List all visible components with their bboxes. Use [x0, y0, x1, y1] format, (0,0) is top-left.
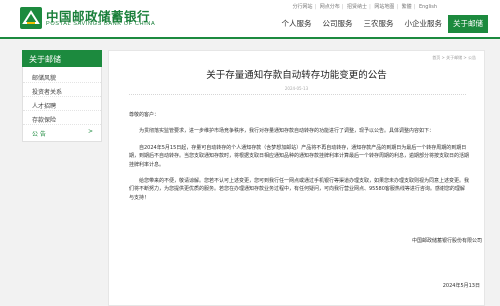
article-body: 尊敬的客户： 为贯彻落实监管要求，进一步维护市场竞争秩序，我行对存量通知存款自动…	[129, 111, 469, 210]
psbc-logo-icon	[20, 7, 42, 29]
breadcrumb[interactable]: 首页 > 关于邮储 > 公告	[432, 55, 476, 61]
nav-corporate[interactable]: 公司服务	[318, 15, 358, 33]
nav-personal[interactable]: 个人服务	[277, 15, 317, 33]
nav-about[interactable]: 关于邮储	[448, 15, 488, 33]
sidebar-item-profile[interactable]: 邮储风貌	[23, 69, 101, 83]
top-link-branches[interactable]: 分行网站	[292, 4, 312, 10]
greeting: 尊敬的客户：	[129, 112, 160, 118]
paragraph: 自2024年5月15日起，存量可自动转存的个人通知存款（含梦想加邮站）产品将不再…	[129, 144, 470, 168]
logo-text-en: POSTAL SAVINGS BANK OF CHINA	[46, 21, 156, 27]
sidebar-item-label: 存款保险	[32, 117, 57, 124]
nav-small-business[interactable]: 小企业服务	[400, 15, 448, 33]
sidebar-item-deposit-insurance[interactable]: 存款保险	[23, 111, 101, 125]
sidebar-list: 邮储风貌 投资者关系 人才招聘 存款保险 公 告 >	[22, 67, 102, 142]
chevron-right-icon: >	[87, 128, 93, 135]
article-panel: 首页 > 关于邮储 > 公告 关于存量通知存款自动转存功能变更的公告 2024-…	[108, 50, 485, 306]
top-link-careers[interactable]: 招贤纳士	[347, 4, 367, 10]
signature-date: 2024年5月13日	[442, 283, 480, 289]
main-nav: 个人服务 公司服务 三农服务 小企业服务 关于邮储	[276, 15, 488, 33]
top-link-sitemap[interactable]: 网站地图	[374, 4, 394, 10]
top-link-english[interactable]: English	[419, 4, 437, 10]
paragraph: 为贯彻落实监管要求，进一步维护市场竞争秩序，我行对存量通知存款自动转存的功能进行…	[139, 128, 435, 135]
publish-date: 2024-05-13	[284, 86, 309, 91]
sidebar: 关于邮储 邮储风貌 投资者关系 人才招聘 存款保险 公 告 >	[22, 50, 102, 142]
paragraph: 给您带来的不便，敬请谅解。您若不认可上述变更，您可到我行任一网点或通过手机银行等…	[129, 178, 470, 201]
header-divider	[0, 37, 500, 39]
sidebar-item-label: 投资者关系	[32, 89, 63, 96]
site-header: 中国邮政储蓄银行 POSTAL SAVINGS BANK OF CHINA 分行…	[0, 0, 500, 39]
signature: 中国邮政储蓄银行股份有限公司	[411, 238, 482, 244]
sidebar-item-announcements[interactable]: 公 告 >	[23, 125, 101, 139]
top-link-traditional[interactable]: 繁體	[402, 4, 412, 10]
sidebar-item-label: 邮储风貌	[32, 75, 57, 82]
page-title: 关于存量通知存款自动转存功能变更的公告	[206, 70, 387, 81]
sidebar-item-label: 公 告	[32, 131, 46, 138]
nav-rural[interactable]: 三农服务	[359, 15, 399, 33]
top-link-outlets[interactable]: 网点分布	[320, 4, 340, 10]
sidebar-item-investor[interactable]: 投资者关系	[23, 83, 101, 97]
bank-logo[interactable]: 中国邮政储蓄银行 POSTAL SAVINGS BANK OF CHINA	[20, 6, 170, 32]
sidebar-title: 关于邮储	[22, 50, 102, 67]
title-divider	[129, 94, 466, 95]
sidebar-item-label: 人才招聘	[32, 103, 57, 110]
sidebar-item-careers[interactable]: 人才招聘	[23, 97, 101, 111]
top-links: 分行网站 | 网点分布 | 招贤纳士 | 网站地图 | 繁體 | English	[292, 4, 437, 10]
